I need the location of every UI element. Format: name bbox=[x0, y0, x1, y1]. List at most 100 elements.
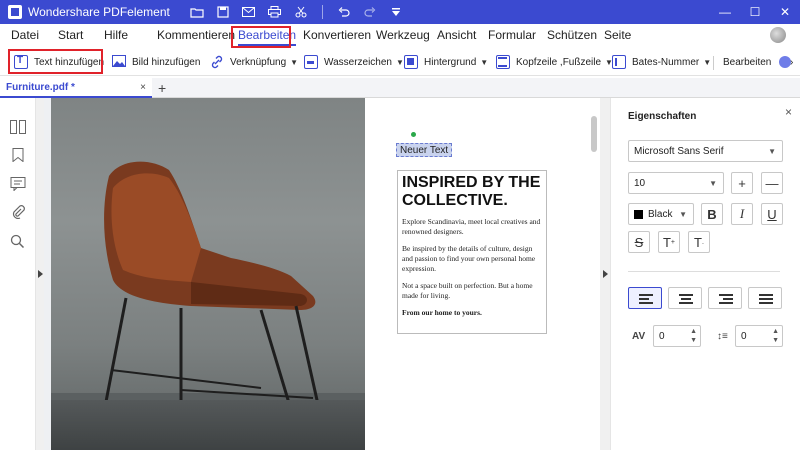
left-panel-toggle[interactable] bbox=[36, 98, 44, 450]
rotate-handle[interactable] bbox=[411, 132, 416, 137]
undo-icon[interactable] bbox=[331, 0, 357, 24]
align-left-button[interactable] bbox=[628, 287, 662, 309]
increase-font-button[interactable]: + bbox=[731, 172, 753, 194]
toolbar-separator bbox=[713, 56, 714, 70]
header-footer-button[interactable]: Kopfzeile ,Fußzeile ▼ bbox=[496, 53, 613, 71]
document-tabs: Furniture.pdf * × + bbox=[0, 78, 800, 98]
superscript-label: T bbox=[662, 234, 671, 250]
subscript-button[interactable]: T. bbox=[688, 231, 710, 253]
folder-icon[interactable] bbox=[184, 0, 210, 24]
properties-panel: Eigenschaften × Microsoft Sans Serif ▼ 1… bbox=[610, 98, 800, 450]
align-justify-button[interactable] bbox=[748, 287, 782, 309]
comment-icon[interactable] bbox=[10, 177, 26, 192]
scrollbar-thumb[interactable] bbox=[591, 116, 597, 152]
menu-kommentieren[interactable]: Kommentieren bbox=[157, 28, 235, 42]
menu-schuetzen[interactable]: Schützen bbox=[547, 28, 597, 42]
bold-button[interactable]: B bbox=[701, 203, 723, 225]
mail-icon[interactable] bbox=[236, 0, 262, 24]
font-color-select[interactable]: Black ▼ bbox=[628, 203, 694, 225]
redo-icon[interactable] bbox=[357, 0, 383, 24]
menu-ansicht[interactable]: Ansicht bbox=[437, 28, 476, 42]
line-spacing-value: 0 bbox=[741, 330, 747, 342]
chevron-down-icon: ▼ bbox=[709, 178, 717, 188]
document-paragraph: Be inspired by the details of culture, d… bbox=[402, 244, 536, 273]
align-center-button[interactable] bbox=[668, 287, 702, 309]
font-family-select[interactable]: Microsoft Sans Serif ▼ bbox=[628, 140, 783, 162]
save-icon[interactable] bbox=[210, 0, 236, 24]
spinner-arrows-icon[interactable]: ▲ ▼ bbox=[772, 327, 779, 345]
scissors-icon[interactable] bbox=[288, 0, 314, 24]
pdf-page: Neuer Text INSPIRED BY THE COLLECTIVE. E… bbox=[51, 98, 601, 450]
chevron-down-icon: ▼ bbox=[679, 209, 687, 219]
italic-button[interactable]: I bbox=[731, 203, 753, 225]
watermark-button[interactable]: Wasserzeichen ▼ bbox=[304, 53, 404, 71]
collapse-arrow-icon bbox=[603, 270, 608, 278]
menu-seite[interactable]: Seite bbox=[604, 28, 631, 42]
left-sidebar bbox=[0, 98, 36, 450]
link-icon bbox=[210, 55, 224, 69]
menu-konvertieren[interactable]: Konvertieren bbox=[303, 28, 371, 42]
right-panel-toggle[interactable] bbox=[600, 98, 610, 450]
maximize-icon[interactable]: ☐ bbox=[740, 0, 770, 24]
watermark-label: Wasserzeichen bbox=[324, 56, 392, 68]
attachment-icon[interactable] bbox=[10, 205, 26, 220]
menu-datei[interactable]: Datei bbox=[11, 28, 39, 42]
spinner-arrows-icon[interactable]: ▲ ▼ bbox=[690, 327, 697, 345]
bates-number-button[interactable]: Bates-Nummer ▼ bbox=[612, 53, 711, 71]
avatar[interactable] bbox=[770, 27, 786, 43]
titlebar-separator bbox=[321, 5, 323, 19]
vertical-scrollbar[interactable] bbox=[588, 98, 600, 450]
color-swatch bbox=[634, 209, 643, 219]
tab-furniture-pdf[interactable]: Furniture.pdf * × bbox=[0, 78, 152, 98]
tab-title: Furniture.pdf * bbox=[6, 81, 75, 93]
document-paragraph: Explore Scandinavia, meet local creative… bbox=[402, 217, 541, 236]
search-icon[interactable] bbox=[10, 234, 26, 249]
decrease-font-button[interactable]: — bbox=[761, 172, 783, 194]
image-icon bbox=[112, 55, 126, 69]
line-spacing-icon: ↕≡ bbox=[717, 331, 728, 342]
chevron-down-icon[interactable]: ▼ bbox=[290, 58, 298, 67]
font-size-value: 10 bbox=[634, 177, 646, 189]
header-footer-icon bbox=[496, 55, 510, 69]
edit-toolbar: T Text hinzufügen Bild hinzufügen Verknü… bbox=[0, 48, 800, 76]
background-button[interactable]: Hintergrund ▼ bbox=[404, 53, 488, 71]
quick-access-icon[interactable] bbox=[383, 0, 409, 24]
character-spacing-input[interactable]: 0 ▲ ▼ bbox=[653, 325, 701, 347]
close-tab-icon[interactable]: × bbox=[140, 82, 146, 93]
title-bar: Wondershare PDFelement — ☐ ✕ bbox=[0, 0, 800, 24]
add-image-button[interactable]: Bild hinzufügen bbox=[112, 53, 200, 71]
menu-formular[interactable]: Formular bbox=[488, 28, 536, 42]
add-tab-icon[interactable]: + bbox=[158, 80, 166, 96]
chevron-right-icon[interactable]: › bbox=[790, 53, 793, 71]
superscript-button[interactable]: T + bbox=[658, 231, 680, 253]
watermark-icon bbox=[304, 55, 318, 69]
close-icon[interactable]: ✕ bbox=[770, 0, 800, 24]
print-icon[interactable] bbox=[262, 0, 288, 24]
chevron-down-icon[interactable]: ▼ bbox=[396, 58, 404, 67]
minimize-icon[interactable]: — bbox=[710, 0, 740, 24]
line-spacing-input[interactable]: 0 ▲ ▼ bbox=[735, 325, 783, 347]
new-text-content: Neuer Text bbox=[400, 144, 449, 156]
character-spacing-value: 0 bbox=[659, 330, 665, 342]
new-text-box[interactable]: Neuer Text bbox=[396, 143, 453, 157]
font-color-value: Black bbox=[648, 208, 673, 220]
edit-mode-label: Bearbeiten bbox=[723, 56, 772, 68]
font-family-value: Microsoft Sans Serif bbox=[634, 145, 724, 157]
chevron-down-icon[interactable]: ▼ bbox=[480, 58, 488, 67]
menu-hilfe[interactable]: Hilfe bbox=[104, 28, 128, 42]
edit-mode-button[interactable]: Bearbeiten bbox=[723, 53, 792, 71]
link-button[interactable]: Verknüpfung ▼ bbox=[210, 53, 298, 71]
underline-button[interactable]: U bbox=[761, 203, 783, 225]
align-right-button[interactable] bbox=[708, 287, 742, 309]
thumbnails-icon[interactable] bbox=[10, 120, 26, 134]
highlight-add-text bbox=[8, 49, 103, 74]
bookmark-icon[interactable] bbox=[10, 148, 26, 163]
font-size-select[interactable]: 10 ▼ bbox=[628, 172, 724, 194]
text-block[interactable]: INSPIRED BY THE COLLECTIVE. Explore Scan… bbox=[397, 170, 547, 334]
menu-start[interactable]: Start bbox=[58, 28, 83, 42]
strikethrough-button[interactable]: S bbox=[628, 231, 650, 253]
chevron-down-icon[interactable]: ▼ bbox=[703, 58, 711, 67]
add-image-label: Bild hinzufügen bbox=[132, 56, 201, 68]
menu-werkzeug[interactable]: Werkzeug bbox=[376, 28, 430, 42]
close-panel-icon[interactable]: × bbox=[785, 105, 792, 119]
